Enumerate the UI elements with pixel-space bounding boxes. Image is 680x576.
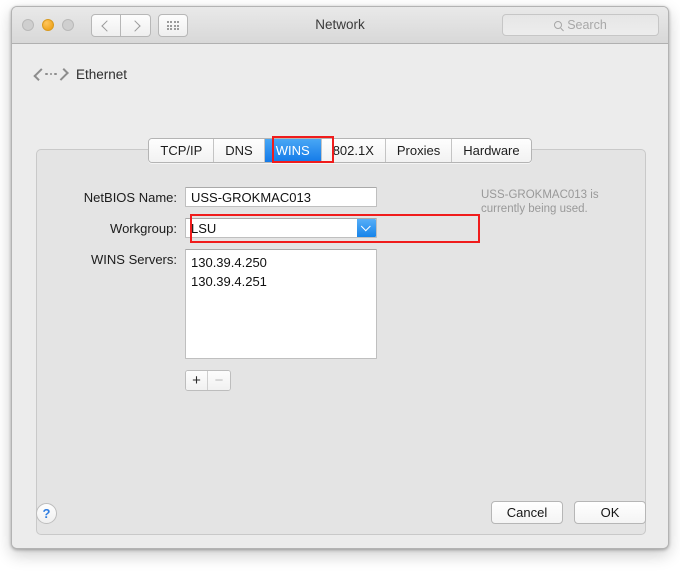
netbios-name-input[interactable]	[185, 187, 377, 207]
workgroup-row: Workgroup: LSU	[59, 218, 377, 238]
network-preferences-window: Network Search Ethernet NetBIOS Name: US…	[11, 6, 669, 549]
wins-servers-label: WINS Servers:	[91, 252, 177, 267]
workgroup-label: Workgroup:	[110, 221, 177, 236]
netbios-row: NetBIOS Name:	[59, 187, 377, 207]
cancel-button[interactable]: Cancel	[491, 501, 563, 524]
add-remove-group: + −	[185, 370, 231, 391]
help-button[interactable]: ?	[36, 503, 57, 524]
interface-name: Ethernet	[76, 66, 128, 82]
window-titlebar: Network Search	[12, 7, 668, 44]
tab-8021x[interactable]: 802.1X	[321, 139, 386, 162]
list-item[interactable]: 130.39.4.250	[186, 253, 376, 272]
tab-hardware[interactable]: Hardware	[452, 139, 531, 162]
ok-button[interactable]: OK	[574, 501, 646, 524]
window-body: Ethernet NetBIOS Name: Workgroup: LSU	[12, 44, 668, 548]
tab-dns[interactable]: DNS	[214, 139, 265, 162]
wins-form: NetBIOS Name: Workgroup: LSU W	[37, 150, 645, 534]
dialog-footer: ? Cancel OK	[12, 494, 668, 548]
search-placeholder: Search	[567, 18, 607, 32]
netbios-hint-text: USS-GROKMAC013 is currently being used.	[481, 189, 599, 215]
ethernet-icon	[33, 65, 69, 83]
list-item[interactable]: 130.39.4.251	[186, 272, 376, 291]
workgroup-value: LSU	[191, 220, 217, 236]
settings-panel: NetBIOS Name: Workgroup: LSU W	[36, 149, 646, 535]
wins-servers-row: WINS Servers: 130.39.4.250 130.39.4.251	[59, 249, 377, 359]
chevron-down-icon[interactable]	[357, 219, 376, 237]
screen: Network Search Ethernet NetBIOS Name: US…	[0, 0, 680, 576]
netbios-label: NetBIOS Name:	[83, 190, 177, 205]
tab-proxies[interactable]: Proxies	[385, 139, 453, 162]
tab-wins[interactable]: WINS	[264, 139, 322, 162]
tab-tcpip[interactable]: TCP/IP	[149, 139, 215, 162]
interface-header: Ethernet	[33, 65, 128, 83]
wins-servers-list[interactable]: 130.39.4.250 130.39.4.251	[185, 249, 377, 359]
search-field[interactable]: Search	[502, 14, 659, 36]
search-icon	[554, 21, 563, 29]
tab-bar: TCP/IP DNS WINS 802.1X Proxies Hardware	[12, 138, 668, 163]
add-server-button[interactable]: +	[186, 371, 208, 390]
workgroup-combobox[interactable]: LSU	[185, 218, 377, 238]
remove-server-button: −	[208, 371, 230, 390]
